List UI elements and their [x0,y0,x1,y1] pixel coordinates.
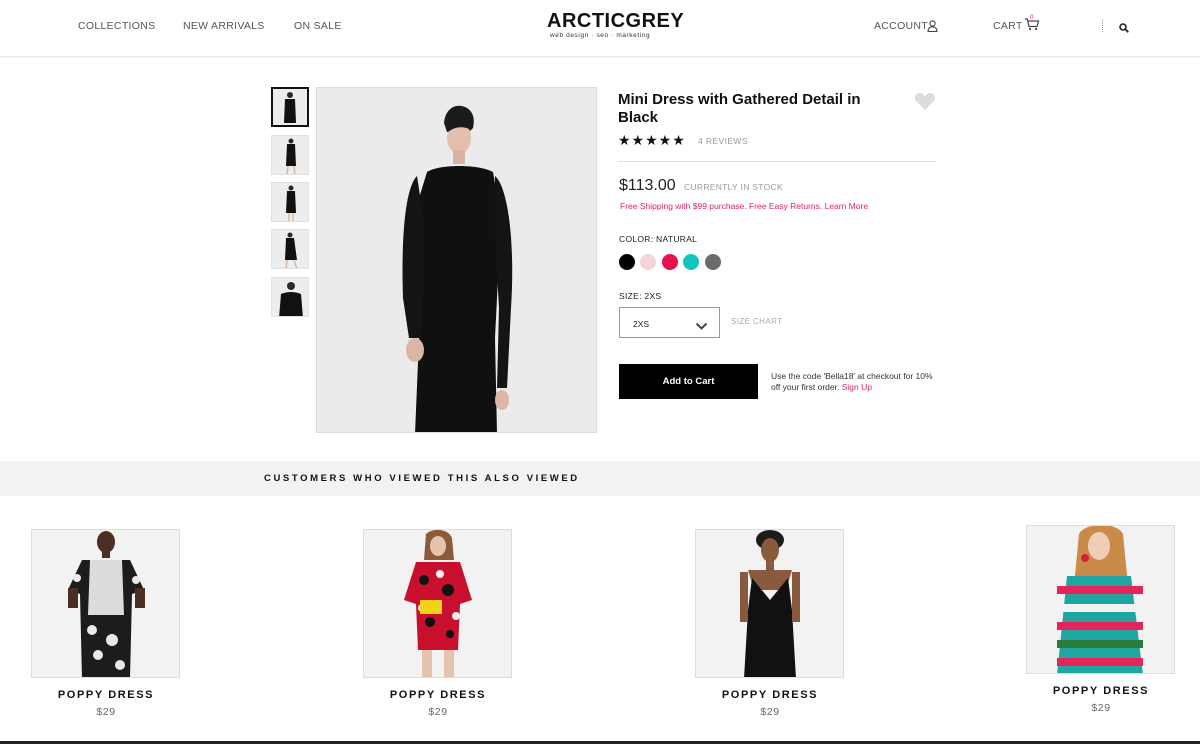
product-price: $113.00 [619,177,676,194]
color-label: COLOR: NATURAL [619,234,698,244]
wishlist-heart-icon[interactable] [914,92,936,116]
product-card-image [695,529,844,678]
color-swatch-grey[interactable] [705,254,721,270]
nav-collections[interactable]: COLLECTIONS [78,20,155,32]
size-chart-link[interactable]: SIZE CHART [731,317,782,326]
sign-up-link[interactable]: Sign Up [842,382,872,392]
product-card-name: POPPY DRESS [389,689,487,701]
color-swatch-red[interactable] [662,254,678,270]
product-title: Mini Dress with Gathered Detail in Black [618,91,861,126]
chevron-down-icon [695,318,708,336]
promo-message: Use the code 'Bella18' at checkout for 1… [771,371,941,393]
color-swatch-teal[interactable] [683,254,699,270]
color-swatch-pink[interactable] [640,254,656,270]
product-card-image [363,529,512,678]
user-icon[interactable] [927,19,938,37]
size-label: SIZE: 2XS [619,291,662,301]
nav-new-arrivals[interactable]: NEW ARRIVALS [183,20,265,32]
reviews-link[interactable]: 4 REVIEWS [698,136,748,146]
stock-status: CURRENTLY IN STOCK [684,182,783,192]
cart-link[interactable]: CART [993,20,1023,32]
rating-stars: ★★★★★ [618,132,686,148]
also-viewed-title: CUSTOMERS WHO VIEWED THIS ALSO VIEWED [264,473,580,484]
logo-tagline: web design · seo · marketing [550,32,651,39]
product-thumbnail[interactable] [271,87,309,127]
product-card-name: POPPY DRESS [57,689,155,701]
product-card-image [1026,525,1175,674]
product-thumbnail[interactable] [271,277,309,317]
color-swatch-black[interactable] [619,254,635,270]
nav-on-sale[interactable]: ON SALE [294,20,342,32]
site-logo[interactable]: ARCTICGREY web design · seo · marketing [547,10,684,42]
product-card-image [31,529,180,678]
product-card-price: $29 [1091,702,1111,714]
account-link[interactable]: ACCOUNT [874,20,928,32]
product-card-price: $29 [428,706,448,718]
product-card-name: POPPY DRESS [721,689,819,701]
cart-count-badge: 0 [1030,15,1034,21]
logo-wordmark: ARCTICGREY [547,10,685,32]
product-card-price: $29 [96,706,116,718]
size-select-value: 2XS [633,319,650,329]
header-divider [1102,19,1103,32]
size-select[interactable]: 2XS [619,307,720,338]
product-thumbnail[interactable] [271,182,309,222]
info-divider [618,161,936,162]
product-main-image[interactable] [316,87,597,433]
learn-more-link[interactable]: Learn More [825,201,868,211]
add-to-cart-button[interactable]: Add to Cart [619,364,758,399]
product-card-name: POPPY DRESS [1052,685,1150,697]
shipping-info: Free Shipping with $99 purchase. Free Ea… [620,201,868,211]
search-icon[interactable] [1119,20,1129,38]
shipping-text: Free Shipping with $99 purchase. Free Ea… [620,201,825,211]
product-card-price: $29 [760,706,780,718]
site-header: COLLECTIONS NEW ARRIVALS ON SALE ARCTICG… [0,0,1200,57]
product-thumbnail[interactable] [271,229,309,269]
also-viewed-band [0,461,1200,496]
product-thumbnail[interactable] [271,135,309,175]
